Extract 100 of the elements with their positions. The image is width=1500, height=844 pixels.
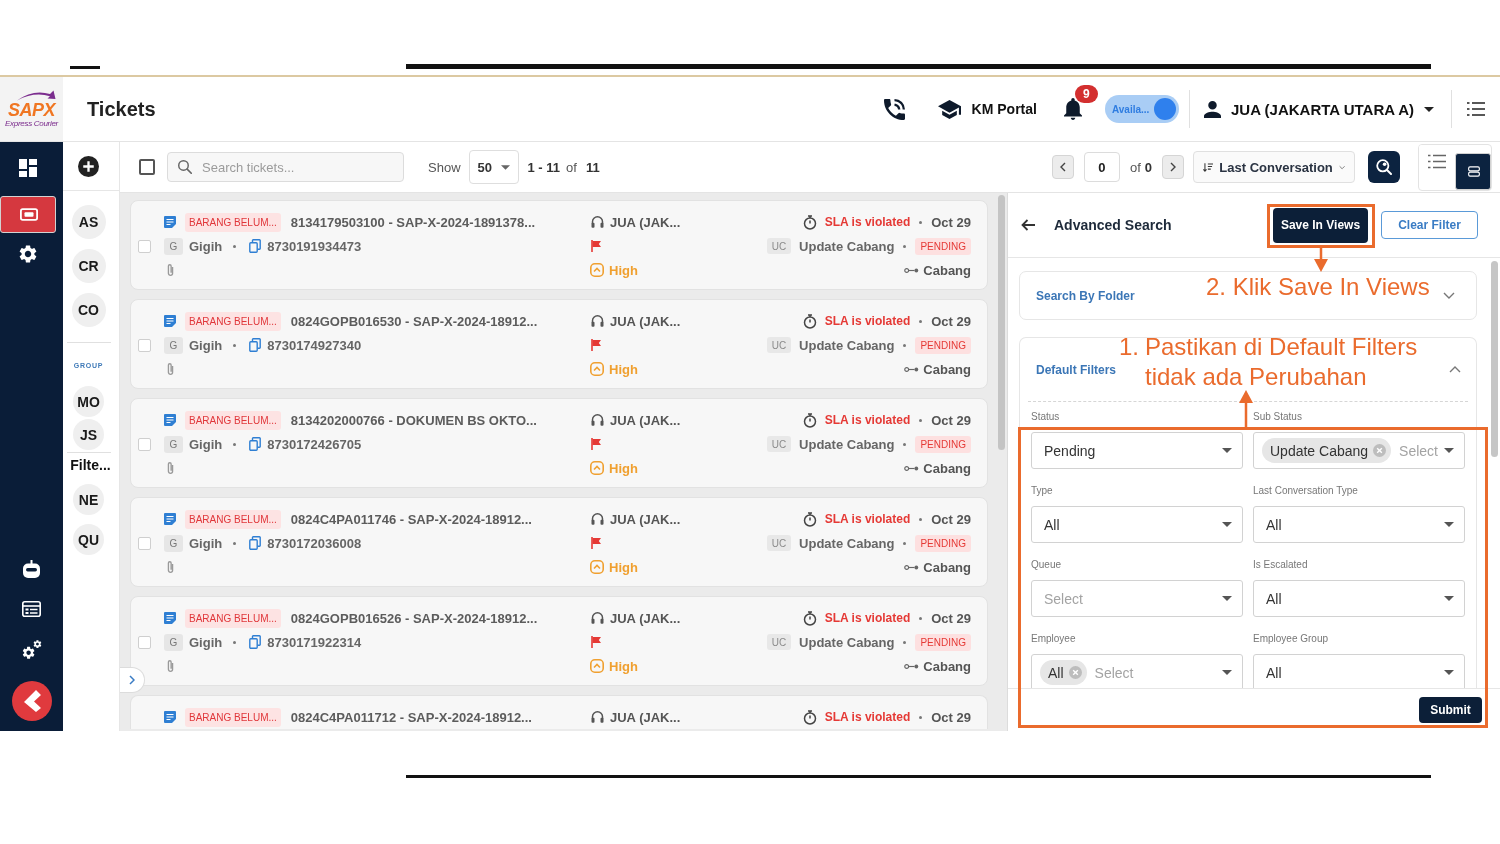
robot-icon[interactable] bbox=[23, 560, 40, 578]
filter-chip[interactable]: Update Cabang bbox=[1262, 438, 1392, 463]
copy-icon[interactable] bbox=[249, 338, 262, 352]
select-field[interactable]: All bbox=[1253, 580, 1465, 617]
copy-icon[interactable] bbox=[249, 536, 262, 550]
page-size-select[interactable]: 50 bbox=[468, 150, 519, 184]
section-title[interactable]: Default Filters bbox=[1036, 362, 1116, 377]
paperclip-icon[interactable] bbox=[167, 263, 174, 277]
section-title[interactable]: Search By Folder bbox=[1036, 288, 1135, 303]
menu-icon[interactable] bbox=[1467, 102, 1485, 116]
km-portal-link[interactable]: KM Portal bbox=[937, 99, 1037, 119]
ticket-card[interactable]: BARANG BELUM... 0824C4PA011746 - SAP-X-2024-18912... JUA (JAK... SLA is violated Oct 29 G Gigih 8730172036008 UC Update Cabang PENDING High Cabang bbox=[130, 497, 988, 587]
section-heading[interactable]: Filte... bbox=[70, 458, 111, 472]
scrollbar-thumb[interactable] bbox=[1491, 261, 1498, 457]
ticket-checkbox[interactable] bbox=[138, 536, 151, 550]
person-icon bbox=[1203, 100, 1221, 118]
awb-number: 8730191934473 bbox=[267, 238, 362, 254]
view-shortcut[interactable]: QU bbox=[73, 524, 104, 555]
view-shortcut[interactable]: JS bbox=[73, 419, 104, 450]
select-all-checkbox[interactable] bbox=[139, 159, 155, 175]
location-label: Cabang bbox=[923, 559, 971, 575]
view-shortcut[interactable]: AS bbox=[71, 205, 106, 239]
field-label: Sub Status bbox=[1253, 410, 1302, 424]
awb-number: 8730174927340 bbox=[267, 337, 362, 353]
ticket-icon bbox=[20, 208, 38, 221]
flag-icon bbox=[591, 339, 602, 351]
awb-number: 8730171922314 bbox=[267, 634, 362, 650]
connector-icon bbox=[904, 465, 920, 471]
clear-filter-button[interactable]: Clear Filter bbox=[1381, 211, 1478, 239]
chevron-down-icon[interactable] bbox=[1443, 292, 1455, 299]
list-card-icon[interactable] bbox=[22, 601, 41, 617]
agent-name: JUA (JAK... bbox=[610, 214, 681, 230]
sla-status: SLA is violated bbox=[824, 512, 911, 526]
copy-icon[interactable] bbox=[249, 239, 262, 253]
field-label: Employee bbox=[1031, 632, 1076, 646]
sla-status: SLA is violated bbox=[824, 215, 911, 229]
ticket-tag: BARANG BELUM... bbox=[185, 608, 281, 628]
ticket-title: 0824GOPB016530 - SAP-X-2024-18912... bbox=[290, 313, 538, 329]
ticket-checkbox[interactable] bbox=[138, 635, 151, 649]
status-pill: PENDING bbox=[915, 336, 971, 354]
priority-label: High bbox=[609, 361, 638, 377]
chevron-up-icon[interactable] bbox=[1449, 366, 1461, 373]
back-arrow-icon[interactable] bbox=[1021, 219, 1035, 231]
flag-icon bbox=[591, 537, 602, 549]
expand-button[interactable] bbox=[120, 667, 145, 693]
ticket-date: Oct 29 bbox=[931, 214, 971, 230]
status-pill: PENDING bbox=[915, 633, 971, 651]
location-label: Cabang bbox=[923, 262, 971, 278]
copy-icon[interactable] bbox=[249, 437, 262, 451]
next-page-button[interactable] bbox=[1162, 155, 1184, 179]
ticket-card[interactable]: BARANG BELUM... 8134202000766 - DOKUMEN BS OKTO... JUA (JAK... SLA is violated Oct 29 G Gigih 8730172426705 UC Update Cabang PENDING High Cabang bbox=[130, 398, 988, 488]
paperclip-icon[interactable] bbox=[167, 560, 174, 574]
ticket-tag: BARANG BELUM... bbox=[185, 212, 281, 232]
filter-chip[interactable]: All bbox=[1040, 660, 1087, 685]
select-field[interactable]: All bbox=[1253, 654, 1465, 688]
user-menu[interactable]: JUA (JAKARTA UTARA A) bbox=[1203, 100, 1434, 118]
ticket-tag: BARANG BELUM... bbox=[185, 707, 281, 727]
stopwatch-icon bbox=[802, 214, 817, 230]
logo-icon[interactable] bbox=[11, 681, 52, 721]
paperclip-icon[interactable] bbox=[167, 659, 174, 673]
paperclip-icon[interactable] bbox=[167, 362, 174, 376]
previous-page-button[interactable] bbox=[1051, 155, 1074, 179]
save-in-views-button[interactable]: Save In Views bbox=[1273, 207, 1368, 243]
view-shortcut[interactable]: MO bbox=[73, 386, 104, 417]
scrollbar-thumb[interactable] bbox=[998, 195, 1005, 450]
ticket-date: Oct 29 bbox=[931, 313, 971, 329]
ticket-card[interactable]: BARANG BELUM... 0824C4PA011712 - SAP-X-2024-18912... JUA (JAK... SLA is violated Oct 29 bbox=[130, 695, 988, 729]
ticket-card[interactable]: BARANG BELUM... 0824GOPB016530 - SAP-X-2024-18912... JUA (JAK... SLA is violated Oct 29 G Gigih 8730174927340 UC Update Cabang PENDING High Cabang bbox=[130, 299, 988, 389]
view-shortcut[interactable]: CR bbox=[71, 249, 106, 283]
ticket-card[interactable]: BARANG BELUM... 8134179503100 - SAP-X-2024-1891378... JUA (JAK... SLA is violated Oct 29 G Gigih 8730191934473 UC Update Cabang PENDING High Cabang bbox=[130, 200, 988, 290]
ticket-checkbox[interactable] bbox=[138, 338, 151, 352]
note-icon bbox=[163, 413, 177, 427]
paperclip-icon[interactable] bbox=[167, 461, 174, 475]
ticket-checkbox[interactable] bbox=[138, 239, 151, 253]
select-field[interactable]: All bbox=[1253, 506, 1465, 543]
stopwatch-icon bbox=[802, 313, 817, 329]
plus-circle-icon[interactable] bbox=[78, 155, 99, 177]
select-field[interactable]: Pending bbox=[1031, 432, 1243, 469]
status-code: UC bbox=[767, 436, 792, 452]
gears-icon[interactable] bbox=[21, 639, 42, 659]
flag-icon bbox=[591, 240, 602, 252]
view-shortcut[interactable]: NE bbox=[73, 484, 104, 515]
copy-icon[interactable] bbox=[249, 635, 262, 649]
sort-button[interactable]: Last Conversation bbox=[1193, 151, 1355, 183]
caret-down-icon bbox=[1444, 670, 1454, 675]
chevron-left-icon bbox=[1059, 162, 1066, 172]
headset-icon bbox=[591, 315, 604, 327]
select-field[interactable]: All bbox=[1031, 506, 1243, 543]
select-field[interactable]: All Select bbox=[1031, 654, 1243, 688]
card-view-button[interactable] bbox=[1455, 152, 1491, 190]
ticket-card[interactable]: BARANG BELUM... 0824GOPB016526 - SAP-X-2024-18912... JUA (JAK... SLA is violated Oct 29 G Gigih 8730171922314 UC Update Cabang PENDING High Cabang bbox=[130, 596, 988, 686]
advanced-search-button[interactable] bbox=[1368, 151, 1400, 183]
phone-icon[interactable] bbox=[883, 98, 905, 120]
bell-icon[interactable] bbox=[1063, 98, 1082, 120]
ticket-checkbox[interactable] bbox=[138, 437, 151, 451]
select-field[interactable]: Update Cabang Select bbox=[1253, 432, 1465, 469]
priority-icon bbox=[590, 560, 604, 574]
page-input[interactable]: 0 bbox=[1083, 152, 1120, 182]
submit-button[interactable]: Submit bbox=[1419, 697, 1482, 723]
view-shortcut[interactable]: CO bbox=[71, 293, 106, 327]
